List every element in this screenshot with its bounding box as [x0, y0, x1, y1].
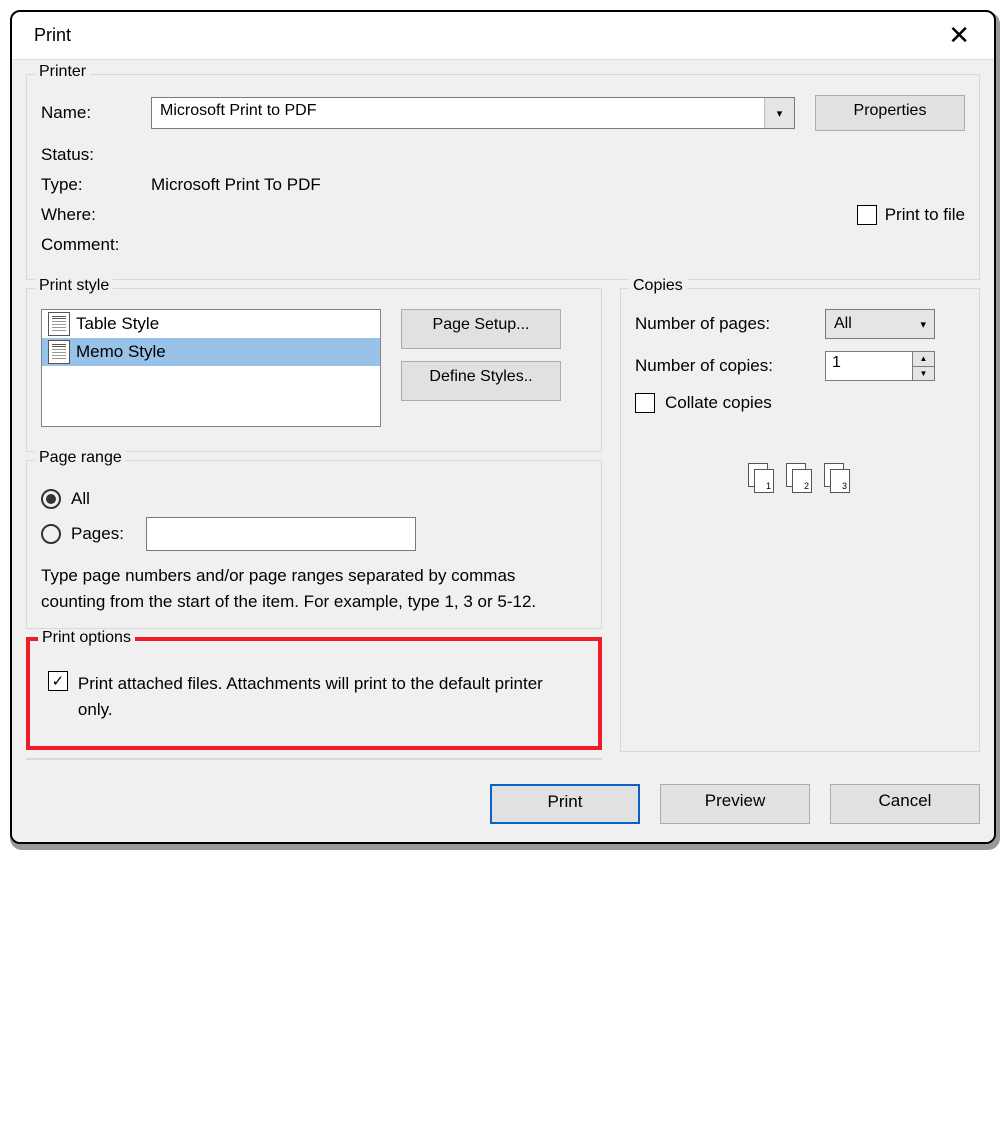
num-copies-spinner[interactable]: 1 ▲ ▼: [825, 351, 935, 381]
print-style-group: Print style Table Style Memo Style: [26, 288, 602, 452]
page-setup-button[interactable]: Page Setup...: [401, 309, 561, 349]
table-style-icon: [48, 312, 70, 336]
num-pages-value: All: [834, 315, 852, 333]
style-item-label: Table Style: [76, 314, 159, 334]
radio-pages[interactable]: [41, 524, 61, 544]
radio-all[interactable]: [41, 489, 61, 509]
define-styles-button[interactable]: Define Styles..: [401, 361, 561, 401]
action-buttons: Print Preview Cancel: [26, 784, 980, 824]
print-attached-checkbox[interactable]: ✓: [48, 671, 68, 691]
copies-legend: Copies: [629, 277, 687, 295]
page-range-all[interactable]: All: [41, 489, 587, 509]
radio-all-label: All: [71, 489, 90, 509]
page-range-hint: Type page numbers and/or page ranges sep…: [41, 563, 587, 614]
num-copies-value[interactable]: 1: [826, 352, 912, 380]
collate-checkbox[interactable]: [635, 393, 655, 413]
style-item-label: Memo Style: [76, 342, 166, 362]
collate-label: Collate copies: [665, 393, 772, 413]
print-style-legend: Print style: [35, 277, 113, 295]
comment-label: Comment:: [41, 235, 151, 255]
collate-page-2: 2: [786, 463, 814, 493]
where-label: Where:: [41, 205, 151, 225]
num-copies-label: Number of copies:: [635, 356, 815, 376]
status-label: Status:: [41, 145, 151, 165]
mini-page-num: 2: [792, 469, 812, 493]
radio-pages-label: Pages:: [71, 524, 124, 544]
mini-page-num: 3: [830, 469, 850, 493]
empty-panel: [26, 758, 602, 760]
printer-name-select[interactable]: Microsoft Print to PDF ▾: [151, 97, 795, 129]
name-label: Name:: [41, 103, 151, 123]
spinner-down-icon[interactable]: ▼: [913, 367, 934, 381]
mini-page-num: 1: [754, 469, 774, 493]
type-value: Microsoft Print To PDF: [151, 175, 321, 195]
dialog-body: Printer Name: Microsoft Print to PDF ▾ P…: [12, 59, 994, 842]
printer-name-value: Microsoft Print to PDF: [152, 98, 764, 128]
window-title: Print: [34, 25, 71, 46]
print-to-file-option[interactable]: Print to file: [857, 205, 965, 225]
print-to-file-label: Print to file: [885, 205, 965, 225]
preview-button[interactable]: Preview: [660, 784, 810, 824]
type-label: Type:: [41, 175, 151, 195]
properties-button[interactable]: Properties: [815, 95, 965, 131]
collate-preview: 1 2 3: [635, 463, 965, 493]
style-item-table[interactable]: Table Style: [42, 310, 380, 338]
collate-page-3: 3: [824, 463, 852, 493]
print-button[interactable]: Print: [490, 784, 640, 824]
close-icon[interactable]: ✕: [942, 20, 976, 51]
memo-style-icon: [48, 340, 70, 364]
collate-page-1: 1: [748, 463, 776, 493]
print-to-file-checkbox[interactable]: [857, 205, 877, 225]
chevron-down-icon: ▾: [920, 318, 926, 331]
print-attached-label: Print attached files. Attachments will p…: [78, 671, 580, 722]
print-dialog: Print ✕ Printer Name: Microsoft Print to…: [10, 10, 996, 844]
titlebar: Print ✕: [12, 12, 994, 59]
pages-input[interactable]: [146, 517, 416, 551]
page-range-pages[interactable]: Pages:: [41, 517, 587, 551]
print-attached-option[interactable]: ✓ Print attached files. Attachments will…: [44, 661, 584, 732]
print-options-group: Print options ✓ Print attached files. At…: [26, 637, 602, 750]
check-icon: ✓: [52, 674, 65, 689]
num-pages-select[interactable]: All ▾: [825, 309, 935, 339]
chevron-down-icon[interactable]: ▾: [764, 98, 794, 128]
printer-group: Printer Name: Microsoft Print to PDF ▾ P…: [26, 74, 980, 280]
style-item-memo[interactable]: Memo Style: [42, 338, 380, 366]
page-range-group: Page range All Pages: Type page numbers …: [26, 460, 602, 629]
print-options-legend: Print options: [38, 629, 135, 647]
copies-group: Copies Number of pages: All ▾ Number of …: [620, 288, 980, 752]
printer-legend: Printer: [35, 63, 90, 81]
print-style-list[interactable]: Table Style Memo Style: [41, 309, 381, 427]
spinner-up-icon[interactable]: ▲: [913, 352, 934, 367]
cancel-button[interactable]: Cancel: [830, 784, 980, 824]
num-pages-label: Number of pages:: [635, 314, 815, 334]
page-range-legend: Page range: [35, 449, 126, 467]
